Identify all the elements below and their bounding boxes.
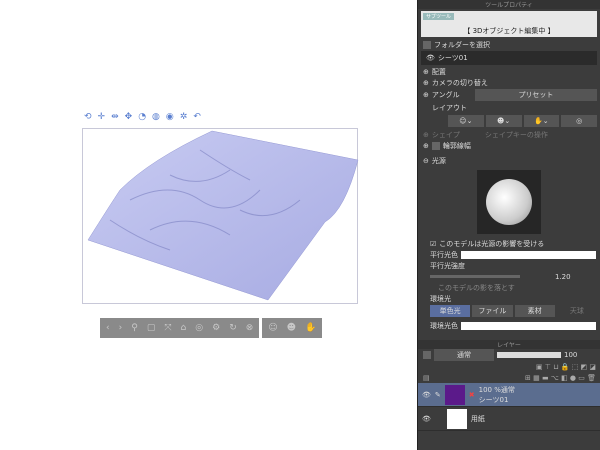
tab-file[interactable]: ファイル bbox=[472, 305, 513, 317]
object-toolbar: ‹ › ⚲ ▢ ⤧ ⌂ ◎ ⚙ ↻ ⊗ ☺ ☻ ✋ bbox=[100, 318, 323, 338]
parallel-light-color-swatch[interactable] bbox=[461, 250, 596, 259]
intensity-slider[interactable] bbox=[430, 275, 520, 278]
preset-dropdown[interactable]: プリセット bbox=[474, 89, 597, 101]
panel-title: レイヤー bbox=[418, 340, 600, 349]
intensity-row: 1.20 bbox=[418, 271, 600, 282]
label: 環境光色 bbox=[430, 321, 458, 330]
select-folder-row[interactable]: フォルダーを選択 bbox=[418, 39, 600, 50]
eye-icon[interactable]: 👁 bbox=[426, 54, 435, 62]
opacity-value[interactable]: 100 bbox=[564, 351, 577, 359]
label: アングル bbox=[431, 91, 460, 99]
checkbox[interactable] bbox=[423, 40, 431, 49]
label: シェイプ bbox=[431, 130, 460, 139]
layout-1-button[interactable]: ☺⌄ bbox=[448, 115, 484, 127]
fit-icon[interactable]: ⤧ bbox=[164, 323, 171, 333]
select-icon[interactable]: ▢ bbox=[147, 323, 156, 333]
reset-pose-icon[interactable]: ↻ bbox=[229, 323, 237, 333]
tab-single-color[interactable]: 単色光 bbox=[430, 305, 471, 317]
label: このモデルは光源の影響を受ける bbox=[439, 239, 545, 248]
layer-list-icon[interactable]: ▤ bbox=[423, 374, 430, 382]
label: フォルダーを選択 bbox=[434, 40, 490, 49]
preset-label: プリセット bbox=[518, 91, 554, 99]
label: 配置 bbox=[431, 67, 446, 76]
parallel-light-color-row: 平行光色 bbox=[418, 249, 600, 260]
parallel-light-intensity-label: 平行光強度 bbox=[430, 261, 465, 270]
lock-icon[interactable]: ◎ bbox=[195, 323, 203, 333]
layer-controls: 通常 100 bbox=[418, 349, 600, 361]
tab-sky[interactable]: 天球 bbox=[557, 305, 597, 317]
edit-banner: サブツール 【 3Dオブジェクト編集中 】 bbox=[421, 11, 597, 37]
layer-thumbnail bbox=[446, 408, 467, 429]
ambient-color-swatch[interactable] bbox=[461, 321, 596, 330]
layer-toolbar-2: ▤ ⊞ ▦ ▬ ⌥ ◧ ● ▭ 🗑 bbox=[418, 372, 600, 383]
outline-width-row[interactable]: ⊕ 輪郭線幅 bbox=[418, 140, 600, 151]
opacity-slider[interactable] bbox=[497, 352, 561, 358]
object-name: シーツ01 bbox=[437, 54, 468, 62]
shape-key-button[interactable]: シェイプキーの操作 bbox=[485, 130, 548, 140]
label: カメラの切り替え bbox=[431, 78, 488, 87]
canvas-area[interactable]: ⟲ ✛ ⇹ ✥ ◔ ◍ ◉ ✲ ↶ ‹ › ⚲ ▢ ⤧ ⌂ ◎ ⚙ ↻ ⊗ ☺ … bbox=[0, 0, 415, 450]
layer-tool-icons[interactable]: ▣ ⊤ ⊔ 🔒 ⬚ ◩ ◪ bbox=[536, 363, 596, 371]
ambient-label: 環境光 bbox=[430, 294, 451, 303]
label: 光源 bbox=[431, 156, 446, 165]
label: 平行光色 bbox=[430, 250, 458, 259]
mask-icon: ✖ bbox=[468, 390, 475, 399]
section-light[interactable]: ⊖ 光源 bbox=[418, 155, 600, 166]
register-icon[interactable]: ⚙ bbox=[212, 323, 220, 333]
pen-icon: ✎ bbox=[434, 390, 441, 399]
3d-sheet[interactable] bbox=[0, 0, 415, 450]
cast-shadow-option[interactable]: このモデルの影を落とす bbox=[418, 282, 600, 293]
layout-3-button[interactable]: ✋⌄ bbox=[523, 115, 560, 127]
layer-color-button[interactable] bbox=[423, 351, 431, 359]
light-sphere[interactable] bbox=[486, 179, 532, 225]
ground-icon[interactable]: ⌂ bbox=[181, 323, 187, 333]
layer-panel: レイヤー 通常 100 ▣ ⊤ ⊔ 🔒 ⬚ ◩ ◪ ▤ ⊞ ▦ ▬ ⌥ ◧ ● ▭… bbox=[417, 340, 600, 450]
subtool-tag: サブツール bbox=[423, 13, 455, 20]
angle-row: ⊕ アングル プリセット bbox=[418, 88, 600, 102]
eye-icon[interactable]: 👁 bbox=[422, 391, 431, 399]
camera-icon[interactable]: ⚲ bbox=[131, 323, 138, 333]
light-direction-preview[interactable] bbox=[477, 170, 541, 234]
layer-row[interactable]: 👁 ✎ ✖ 100 %通常 シーツ01 bbox=[418, 383, 600, 407]
tool-property-panel: ツールプロパティ サブツール 【 3Dオブジェクト編集中 】 フォルダーを選択 … bbox=[417, 0, 600, 340]
intensity-value[interactable]: 1.20 bbox=[555, 273, 571, 281]
layout-2-button[interactable]: ☻⌄ bbox=[485, 115, 522, 127]
layer-mode: 100 %通常 bbox=[478, 385, 515, 394]
affected-by-light[interactable]: ☑ このモデルは光源の影響を受ける bbox=[418, 238, 600, 249]
blend-mode-dropdown[interactable]: 通常 bbox=[434, 349, 494, 361]
prev-icon[interactable]: ‹ bbox=[106, 323, 110, 333]
hand-icon[interactable]: ✋ bbox=[305, 323, 316, 333]
layer-toolbar-1: ▣ ⊤ ⊔ 🔒 ⬚ ◩ ◪ bbox=[418, 361, 600, 372]
eye-icon[interactable]: 👁 bbox=[422, 415, 431, 423]
head-icon[interactable]: ☺ bbox=[268, 323, 277, 333]
ambient-tabs: 単色光 ファイル 素材 天球 bbox=[418, 304, 600, 318]
blend-mode: 通常 bbox=[457, 351, 471, 359]
layout-buttons: ☺⌄ ☻⌄ ✋⌄ ◎ bbox=[418, 113, 600, 129]
shape-row: ⊕ シェイプ シェイプキーの操作 bbox=[423, 130, 548, 140]
section-camera[interactable]: ⊕ カメラの切り替え bbox=[418, 77, 600, 88]
layout-label: レイアウト bbox=[432, 103, 467, 112]
layout-4-button[interactable]: ◎ bbox=[561, 115, 597, 127]
checkbox[interactable] bbox=[431, 141, 440, 150]
banner-text: 【 3Dオブジェクト編集中 】 bbox=[463, 27, 555, 35]
head2-icon[interactable]: ☻ bbox=[287, 323, 296, 333]
label: 輪郭線幅 bbox=[442, 141, 471, 150]
layer-thumbnail bbox=[444, 384, 465, 405]
ambient-color-row: 環境光色 bbox=[418, 320, 600, 331]
layer-action-icons[interactable]: ⊞ ▦ ▬ ⌥ ◧ ● ▭ 🗑 bbox=[525, 374, 596, 382]
tab-material[interactable]: 素材 bbox=[514, 305, 555, 317]
section-placement[interactable]: ⊕ 配置 bbox=[418, 66, 600, 77]
delete-icon[interactable]: ⊗ bbox=[246, 323, 254, 333]
panel-title: ツールプロパティ bbox=[418, 0, 600, 9]
layer-name: シーツ01 bbox=[478, 395, 509, 404]
object-select[interactable]: 👁 シーツ01 bbox=[421, 51, 597, 65]
next-icon[interactable]: › bbox=[119, 323, 123, 333]
layer-name: 用紙 bbox=[470, 414, 485, 423]
layer-row[interactable]: 👁 用紙 bbox=[418, 407, 600, 431]
